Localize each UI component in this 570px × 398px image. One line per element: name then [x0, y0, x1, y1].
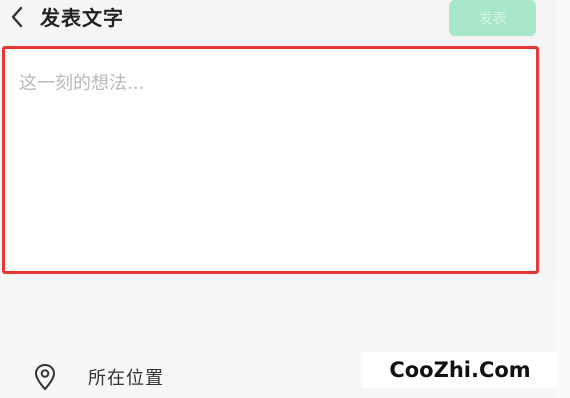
- location-option[interactable]: 所在位置: [30, 358, 164, 396]
- publish-button[interactable]: 发表: [449, 0, 536, 36]
- location-label: 所在位置: [88, 368, 164, 389]
- location-pin-icon: [30, 362, 60, 392]
- top-bar: 发表文字 发表: [0, 0, 570, 38]
- watermark: CooZhi.Com: [362, 352, 558, 388]
- page-title: 发表文字: [40, 6, 124, 30]
- right-edge: [556, 0, 570, 398]
- back-button[interactable]: [6, 6, 28, 32]
- post-text-area-highlight: [2, 46, 539, 274]
- post-text-input[interactable]: [5, 49, 536, 271]
- chevron-left-icon: [10, 6, 24, 32]
- post-text-page: 发表文字 发表 所在位置 CooZhi.Com: [0, 0, 570, 398]
